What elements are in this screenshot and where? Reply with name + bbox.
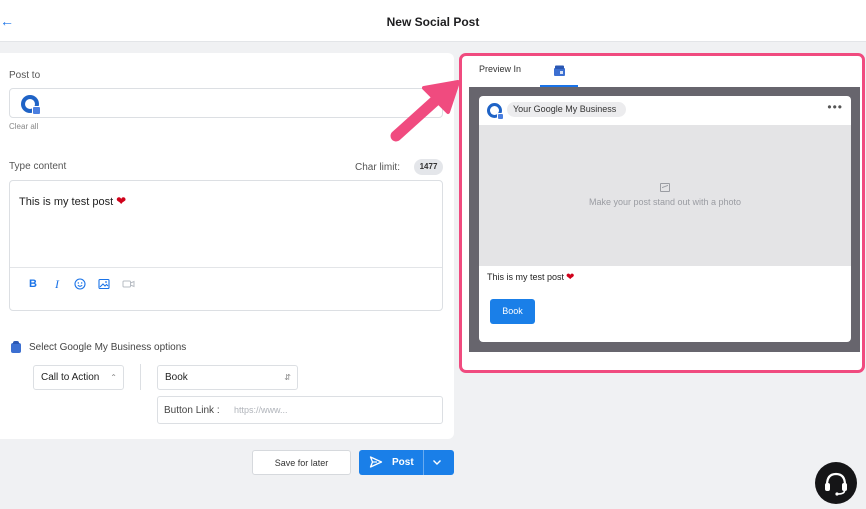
post-button[interactable]: Post [359,450,454,475]
heart-emoji-icon: ❤ [116,194,127,208]
gmb-store-icon [11,340,21,353]
chevron-down-icon[interactable] [431,456,443,471]
post-to-label: Post to [9,70,41,81]
call-to-action-select[interactable]: Call to Action ⌃ [33,365,124,390]
post-button-label: Post [392,457,414,468]
post-to-select[interactable] [9,88,443,118]
highlight-box [459,53,865,373]
call-to-action-value: Call to Action [41,372,100,383]
clear-all-link[interactable]: Clear all [9,122,38,131]
gmb-options-label: Select Google My Business options [29,342,187,353]
options-divider [140,364,141,390]
emoji-icon[interactable] [73,277,87,291]
bold-icon[interactable]: B [26,277,40,291]
editor-divider [10,267,442,268]
gmb-options-heading: Select Google My Business options [11,340,187,353]
video-icon[interactable] [121,277,135,291]
italic-icon[interactable]: I [50,277,64,291]
gmb-account-avatar[interactable] [21,95,41,115]
type-content-label: Type content [9,161,67,172]
top-bar: ← New Social Post [0,0,866,42]
char-limit-badge: 1477 [414,159,443,175]
content-text: This is my test post [19,196,114,208]
select-caret-icon: ⌃ [110,373,117,382]
post-button-divider [423,450,424,475]
button-link-label: Button Link : [164,405,220,416]
select-caret-icon: ⇵ [284,373,291,382]
button-link-input[interactable] [234,403,424,417]
button-type-value: Book [165,372,188,383]
char-limit-label: Char limit: [354,162,400,173]
support-chat-button[interactable] [815,462,857,504]
headset-icon [825,472,847,496]
save-for-later-button[interactable]: Save for later [252,450,351,475]
image-icon[interactable] [97,277,111,291]
content-editor[interactable]: This is my test post ❤ B I [9,180,443,311]
editor-content[interactable]: This is my test post ❤ [19,194,126,208]
button-type-select[interactable]: Book ⇵ [157,365,298,390]
button-link-field[interactable]: Button Link : [157,396,443,424]
annotation-arrow-icon [390,80,460,142]
page-title: New Social Post [386,15,480,29]
send-icon [369,455,383,472]
